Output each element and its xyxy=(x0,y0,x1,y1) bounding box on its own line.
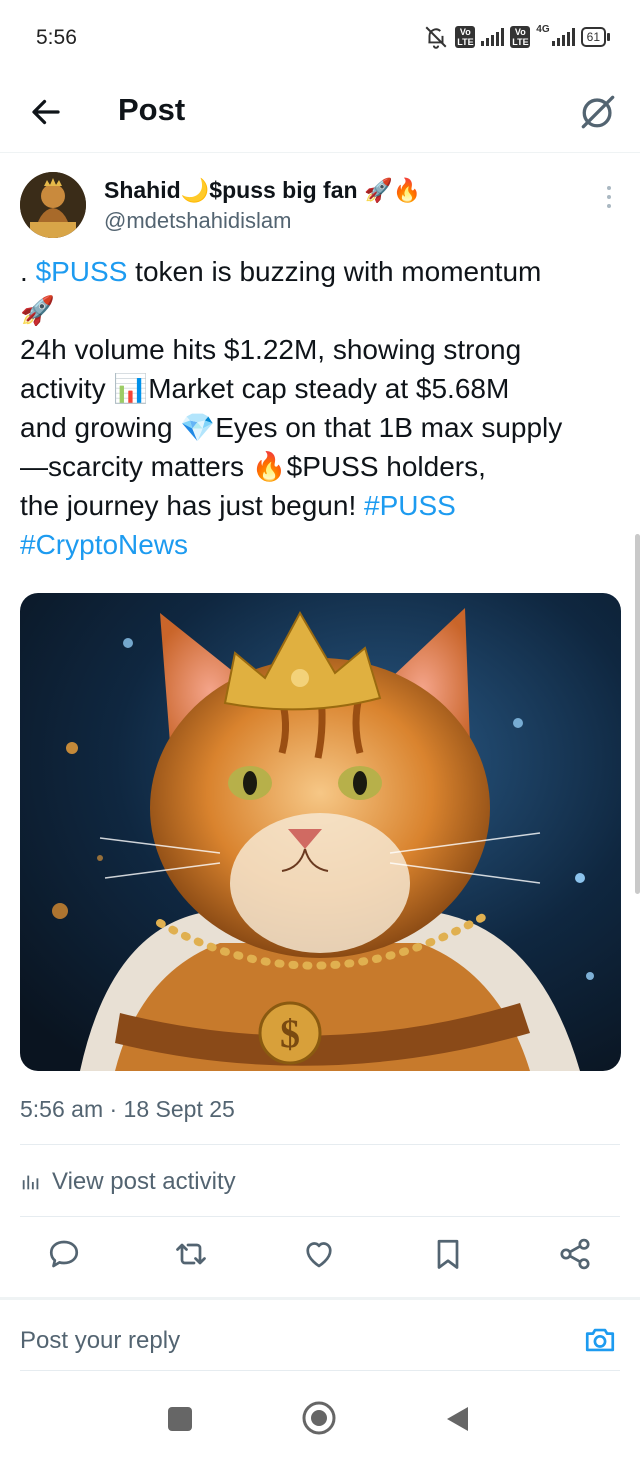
bookmark-icon[interactable] xyxy=(430,1236,466,1272)
post-image[interactable]: $ xyxy=(20,593,621,1071)
arrow-left-icon[interactable] xyxy=(28,94,64,130)
post-text-segment: —scarcity matters 🔥$PUSS holders, xyxy=(20,451,486,482)
post-actions xyxy=(0,1232,640,1282)
section-divider xyxy=(0,1297,640,1300)
system-navigation-bar xyxy=(0,1382,640,1458)
signal-icon-2 xyxy=(551,28,575,46)
post-text-line: activity 📊Market cap steady at $5.68M xyxy=(20,369,616,408)
hashtag-link[interactable]: #CryptoNews xyxy=(20,529,188,560)
post-text-segment: 24h volume hits $1.22M, showing strong xyxy=(20,334,522,365)
svg-text:$: $ xyxy=(280,1011,300,1056)
divider xyxy=(20,1216,620,1217)
heart-icon[interactable] xyxy=(301,1236,337,1272)
reply-underline xyxy=(20,1370,620,1371)
author-handle[interactable]: @mdetshahidislam xyxy=(104,208,291,234)
post-text-line: —scarcity matters 🔥$PUSS holders, xyxy=(20,447,616,486)
bell-muted-icon xyxy=(425,26,447,49)
post-text-segment: activity 📊Market cap steady at $5.68M xyxy=(20,373,510,404)
post-text: . $PUSS token is buzzing with momentum 🚀 … xyxy=(20,252,616,564)
comment-icon[interactable] xyxy=(46,1236,82,1272)
post-text-segment: token is buzzing with momentum xyxy=(127,256,542,287)
post-text-segment: . xyxy=(20,256,36,287)
signal-icon xyxy=(481,28,505,46)
share-icon[interactable] xyxy=(557,1236,593,1272)
post-text-line: 🚀 xyxy=(20,291,616,330)
post-text-line: the journey has just begun! #PUSS xyxy=(20,486,616,525)
status-icons: Vo LTE Vo LTE 4G 61 xyxy=(423,23,611,50)
post-text-line: and growing 💎Eyes on that 1B max supply xyxy=(20,408,616,447)
post-timestamp: 5:56 am · 18 Sept 25 xyxy=(20,1096,235,1122)
status-bar: 5:56 Vo LTE Vo LTE 4G 61 xyxy=(0,0,640,78)
grok-icon[interactable] xyxy=(576,90,620,134)
status-time: 5:56 xyxy=(36,26,77,49)
volte-badge-2: Vo LTE xyxy=(510,26,531,48)
post-text-segment: 🚀 xyxy=(20,295,55,326)
bar-chart-icon xyxy=(22,1175,39,1190)
post-text-line: . $PUSS token is buzzing with momentum xyxy=(20,252,616,291)
author-name[interactable]: Shahid🌙$puss big fan 🚀🔥 xyxy=(104,177,421,204)
post-text-segment: the journey has just begun! xyxy=(20,490,365,521)
reply-input[interactable]: Post your reply xyxy=(20,1327,180,1355)
more-vertical-icon[interactable] xyxy=(604,186,614,212)
battery-icon: 61 xyxy=(580,27,611,47)
volte-badge: Vo LTE xyxy=(455,26,476,48)
camera-icon[interactable] xyxy=(582,1323,618,1357)
view-post-activity-link[interactable]: View post activity xyxy=(20,1168,236,1196)
scrollbar[interactable] xyxy=(635,534,640,894)
home-button[interactable] xyxy=(301,1400,337,1436)
recent-apps-button[interactable] xyxy=(168,1407,192,1431)
hashtag-link[interactable]: #PUSS xyxy=(364,490,456,521)
divider xyxy=(20,1144,620,1145)
post-text-segment: and growing 💎Eyes on that 1B max supply xyxy=(20,412,563,443)
network-type: 4G xyxy=(536,23,550,35)
post-text-line: #CryptoNews xyxy=(20,525,616,564)
post-text-line: 24h volume hits $1.22M, showing strong xyxy=(20,330,616,369)
page-title: Post xyxy=(118,92,186,127)
view-post-activity-label: View post activity xyxy=(52,1168,236,1195)
repost-icon[interactable] xyxy=(173,1236,209,1272)
back-button[interactable] xyxy=(444,1405,470,1433)
app-header: Post xyxy=(0,78,640,153)
avatar[interactable] xyxy=(20,172,86,238)
hashtag-link[interactable]: $PUSS xyxy=(36,256,128,287)
